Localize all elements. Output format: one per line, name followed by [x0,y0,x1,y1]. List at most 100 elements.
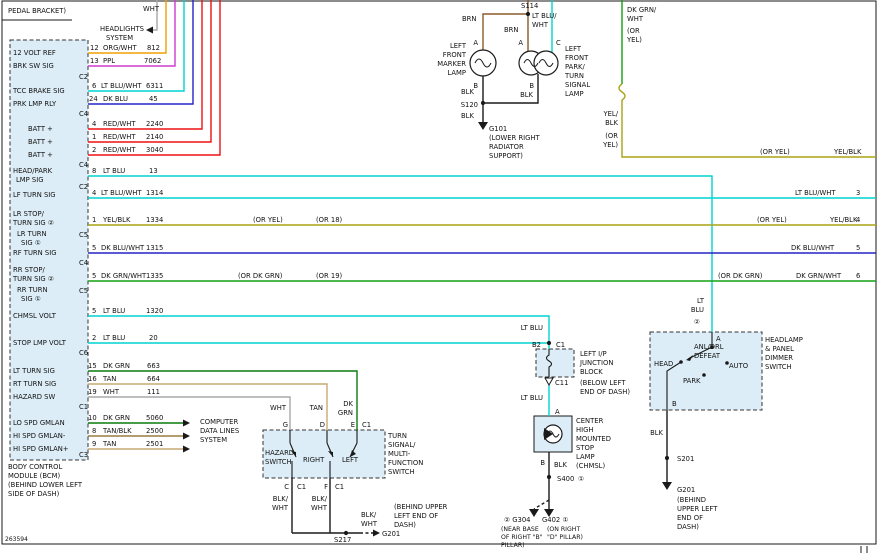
switch-position-label: PARK [683,377,701,385]
wire-color-label: YEL/BLK [829,216,858,224]
bcm-pin-name: BATT + [28,138,53,146]
connector-label: C3 [79,451,88,459]
dimmer-switch-name: DIMMER [765,354,793,362]
pin-label: A [716,335,721,343]
pin-label: 10 [88,414,97,422]
switch-position-label: ANL/DRL [694,343,724,351]
dimmer-switch-name: & PANEL [765,345,794,353]
wire-color-label: TAN [309,404,323,412]
wire-color-label: WHT [361,520,378,528]
park-turn-lamp-name: LEFT [565,45,582,53]
connector-label: C4 [79,161,88,169]
junction-block-name: JUNCTION [579,359,613,367]
g101-location: (LOWER RIGHT [489,134,541,142]
g101-ground-icon [478,122,488,130]
g201-ref-label: G201 [382,530,400,538]
wiring-diagram-page: PEDAL BRACKET)HEADLIGHTSSYSTEMWHT12ORG/W… [0,0,879,553]
wire-color-label: LT [697,297,705,305]
wire-color-label: DK GRN/ [627,6,657,14]
switch-position-label: HEAD [654,360,673,368]
data-line-arrow-icon [183,446,190,453]
marker-lamp-name: LEFT [450,42,467,50]
connector-label: C11 [555,379,568,387]
g101-label: G101 [489,125,507,133]
s120-splice [481,101,485,105]
bcm-pin-name: LO SPD GMLAN [13,419,65,427]
s120-label: S120 [461,101,478,109]
bcm-pin-name: 12 VOLT REF [13,49,56,57]
marker-lamp-name: LAMP [447,69,466,77]
wire-color-label: WHT [532,21,549,29]
bcm-pin-name: HEAD/PARK [13,167,53,175]
circuit-label: 3040 [146,146,163,154]
circuit-label: 13 [149,167,158,175]
marker-lamp-name: MARKER [437,60,466,68]
pin-label: 1 [92,133,96,141]
pin-label: C [556,39,561,47]
wire-color-label: LT BLU [521,324,543,332]
connector-label: C4 [79,259,88,267]
connector-label: C2 [79,73,88,81]
s400-label: S400 [557,475,574,483]
s201-label: S201 [677,455,694,463]
circuit-label: 2140 [146,133,163,141]
circuit-label: 7062 [144,57,161,65]
wire-color-label: PPL [103,57,115,65]
wire-alt-label: (OR 19) [316,272,343,280]
g402-location: "D" PILLAR) [547,534,583,541]
connector-label: C1 [297,483,306,491]
line-number: 3 [856,189,860,197]
wire-color-label: LT BLU [103,167,125,175]
circuit-label: 1335 [146,272,163,280]
pin-label: 4 [92,189,96,197]
bcm-pin-name: RT TURN SIG [13,380,56,388]
wire-color-label: BLK [461,88,474,96]
wire-lt-blu-1320 [88,316,549,349]
wire-color-label: BLK [605,119,618,127]
connector-label: C2 [79,183,88,191]
bcm-pin-name: SIG ① [21,295,41,303]
bcm-pin-name: STOP LMP VOLT [13,339,67,347]
wire-ppl-7062 [88,0,175,66]
switch-position-label: SWITCH [265,458,292,466]
wire-color-label: YEL/BLK [833,148,862,156]
head-contact [679,360,683,364]
circuit-label: 2240 [146,120,163,128]
wire-alt-label: YEL) [602,141,618,149]
computer-data-lines-ref: COMPUTER [200,418,238,426]
wire-color-label: WHT [103,388,120,396]
wire-color-label: ORG/WHT [103,44,137,52]
pin-label: B [529,82,534,90]
wire-color-label: BLK [461,112,474,120]
wire-color-label: DK GRN/WHT [796,272,842,280]
wire-color-label: BLU [691,306,704,314]
wire-color-label: LT BLU [103,307,125,315]
wire-alt-label: (OR YEL) [760,148,790,156]
switch-position-label: AUTO [729,362,748,370]
circuit-label: 1315 [146,244,163,252]
pin-label: 1 [92,216,96,224]
headlights-system-ref: SYSTEM [106,34,133,42]
wire-color-label: TAN [102,440,116,448]
pin-label: 4 [92,120,96,128]
pin-label: 6 [92,82,96,90]
g304-location: PILLAR) [501,542,525,549]
g201-label: G201 [677,486,695,494]
circuit-label: 1314 [146,189,163,197]
switch-position-label: RIGHT [303,456,325,464]
wire-color-label: BLK/ [273,495,289,503]
wire-color-label: TAN/BLK [102,427,132,435]
wire-color-label: BLK [520,91,533,99]
wire-color-label: WHT [143,5,160,13]
pin-label: C [284,483,289,491]
bcm-pin-name: RF TURN SIG [13,249,56,257]
connector-label: C1 [335,483,344,491]
switch-position-label: HAZARD [265,449,294,457]
pin-label: 8 [92,427,96,435]
chmsl-name: (CHMSL) [576,462,605,470]
wire-color-label: YEL/ [602,110,618,118]
wire-color-label: LT BLU [103,334,125,342]
marker-lamp-name: FRONT [443,51,467,59]
bcm-title: BODY CONTROL [8,463,62,471]
connector-label: C5 [79,231,88,239]
